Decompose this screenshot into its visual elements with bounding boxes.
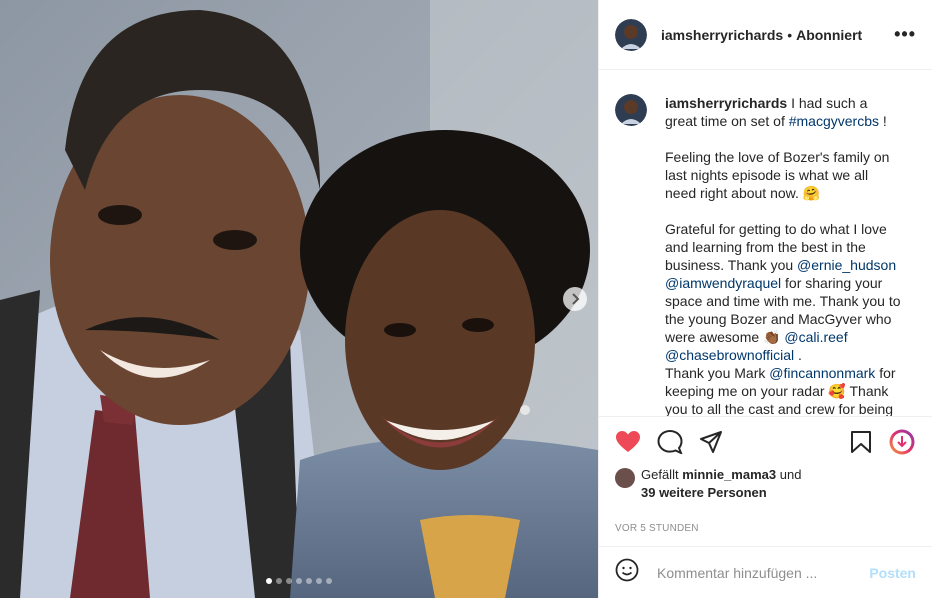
- caption-text: iamsherryrichards I had such a great tim…: [665, 94, 903, 416]
- next-photo-button[interactable]: [563, 287, 587, 311]
- post-sidebar: iamsherryrichards • Abonniert ••• iamshe…: [598, 0, 932, 598]
- mention-link[interactable]: @ernie_hudson: [797, 257, 896, 273]
- carousel-dot: [326, 578, 332, 584]
- mention-link[interactable]: @fincannonmark: [769, 365, 875, 381]
- download-icon[interactable]: [888, 428, 916, 456]
- avatar[interactable]: [615, 94, 647, 126]
- mention-link[interactable]: @cali.reef: [784, 329, 847, 345]
- photo-illustration: [0, 0, 598, 598]
- emoji-icon[interactable]: [615, 558, 639, 587]
- chevron-right-icon: [572, 293, 580, 305]
- caption-line: !: [879, 113, 887, 129]
- post-timestamp[interactable]: VOR 5 STUNDEN: [599, 516, 932, 540]
- carousel-indicator: [0, 578, 598, 584]
- caption-username[interactable]: iamsherryrichards: [665, 95, 787, 111]
- likes-summary: Gefällt minnie_mama3 und 39 weitere Pers…: [599, 466, 932, 516]
- carousel-dot: [316, 578, 322, 584]
- carousel-dot: [296, 578, 302, 584]
- likes-others-link[interactable]: 39 weitere Personen: [641, 485, 767, 500]
- caption-area: iamsherryrichards I had such a great tim…: [599, 70, 932, 416]
- separator-dot: •: [787, 26, 793, 43]
- caption-paragraph: Feeling the love of Bozer's family on la…: [665, 149, 890, 201]
- follow-status-button[interactable]: Abonniert: [796, 27, 862, 43]
- avatar[interactable]: [615, 18, 647, 51]
- comment-bar: Posten: [599, 546, 932, 598]
- comment-input[interactable]: [655, 563, 870, 582]
- post-header: iamsherryrichards • Abonniert •••: [599, 0, 932, 70]
- avatar[interactable]: [615, 468, 635, 488]
- caption-line: .: [794, 347, 802, 363]
- heart-filled-icon[interactable]: [615, 430, 641, 454]
- avatar-image: [615, 18, 647, 51]
- instagram-post: iamsherryrichards • Abonniert ••• iamshe…: [0, 0, 932, 598]
- hashtag-link[interactable]: #macgyvercbs: [789, 113, 879, 129]
- comment-icon[interactable]: [657, 429, 683, 454]
- likes-prefix: Gefällt: [641, 467, 683, 482]
- mention-link[interactable]: @iamwendyraquel: [665, 275, 781, 291]
- more-horizontal-icon[interactable]: •••: [894, 24, 916, 45]
- carousel-dot: [266, 578, 272, 584]
- post-photo[interactable]: [0, 0, 598, 598]
- header-username[interactable]: iamsherryrichards: [661, 27, 783, 43]
- caption-line: Thank you Mark: [665, 365, 770, 381]
- share-icon[interactable]: [699, 430, 723, 454]
- carousel-dot: [286, 578, 292, 584]
- mention-link[interactable]: @chasebrownofficial: [665, 347, 794, 363]
- liker-username[interactable]: minnie_mama3: [682, 467, 776, 482]
- bookmark-icon[interactable]: [850, 430, 872, 454]
- action-bar: [599, 416, 932, 466]
- carousel-dot: [306, 578, 312, 584]
- avatar-image: [615, 94, 647, 126]
- post-comment-button[interactable]: Posten: [869, 565, 916, 581]
- likes-middle: und: [776, 467, 802, 482]
- carousel-dot: [276, 578, 282, 584]
